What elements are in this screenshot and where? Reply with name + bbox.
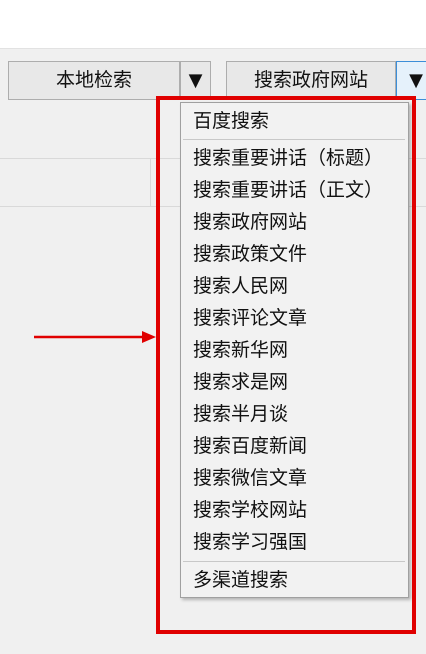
- local-search-label: 本地检索: [55, 69, 132, 91]
- menu-item-baidu-news[interactable]: 搜索百度新闻: [193, 437, 307, 456]
- menu-item-policy-docs[interactable]: 搜索政策文件: [193, 245, 307, 264]
- menu-item-qiushi[interactable]: 搜索求是网: [193, 373, 288, 392]
- menu-item-multi-channel[interactable]: 多渠道搜索: [193, 571, 288, 590]
- menu-item-banyuetan[interactable]: 搜索半月谈: [193, 405, 288, 424]
- menu-item-gov-site[interactable]: 搜索政府网站: [193, 213, 307, 232]
- menu-separator: [183, 139, 405, 140]
- content-header-column-divider: [150, 158, 151, 206]
- gov-search-label: 搜索政府网站: [253, 69, 368, 91]
- gov-search-dropdown-button[interactable]: ▼: [396, 61, 426, 100]
- top-panel: [0, 0, 426, 48]
- menu-item-commentary[interactable]: 搜索评论文章: [193, 309, 307, 328]
- menu-item-school-site[interactable]: 搜索学校网站: [193, 501, 307, 520]
- menu-item-wechat-articles[interactable]: 搜索微信文章: [193, 469, 307, 488]
- menu-item-xuexi[interactable]: 搜索学习强国: [193, 533, 307, 552]
- menu-item-speech-title[interactable]: 搜索重要讲话（标题）: [193, 149, 383, 168]
- menu-item-xinhua[interactable]: 搜索新华网: [193, 341, 288, 360]
- search-engine-dropdown-menu: 百度搜索 搜索重要讲话（标题） 搜索重要讲话（正文） 搜索政府网站 搜索政策文件…: [180, 102, 409, 598]
- menu-item-speech-body[interactable]: 搜索重要讲话（正文）: [193, 181, 383, 200]
- red-arrow-icon: [34, 331, 156, 343]
- menu-item-people[interactable]: 搜索人民网: [193, 277, 288, 296]
- menu-separator: [183, 561, 405, 562]
- triangle-down-icon: ▼: [409, 69, 423, 91]
- top-divider: [0, 48, 426, 49]
- gov-search-button[interactable]: 搜索政府网站: [226, 61, 396, 100]
- local-search-dropdown-button[interactable]: ▼: [180, 61, 211, 100]
- triangle-down-icon: ▼: [188, 69, 203, 91]
- menu-item-baidu-search[interactable]: 百度搜索: [193, 112, 269, 131]
- local-search-button[interactable]: 本地检索: [8, 61, 180, 100]
